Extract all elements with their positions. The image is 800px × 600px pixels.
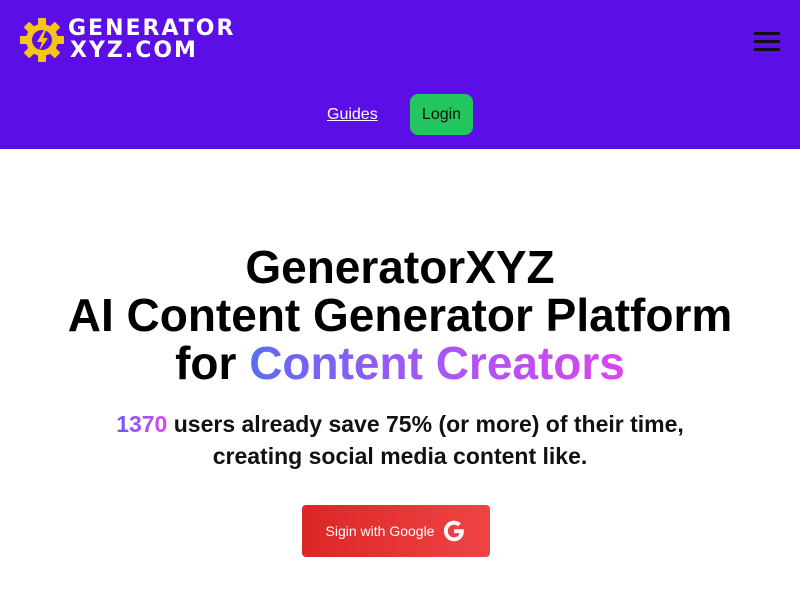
top-header: GENERATOR XYZ.COM Guides Login — [0, 0, 800, 149]
sign-in-with-google-button[interactable]: Sigin with Google — [302, 505, 490, 557]
hero-title-line-1: GeneratorXYZ — [245, 241, 555, 293]
nav-guides-link[interactable]: Guides — [327, 106, 378, 124]
hero-title-line-3: for Content Creators — [0, 339, 800, 387]
logo-line-2: XYZ.COM — [70, 38, 198, 63]
hero-title-highlight: Content Creators — [249, 337, 625, 389]
subtitle-line-2: creating social media content like. — [212, 443, 588, 469]
hamburger-menu-icon[interactable] — [754, 30, 780, 52]
hero-subtitle: 1370 users already save 75% (or more) of… — [0, 408, 800, 472]
logo-wordmark: GENERATOR XYZ.COM — [68, 18, 235, 62]
user-count: 1370 — [116, 411, 168, 437]
subtitle-text: users already save 75% (or more) of thei… — [167, 411, 684, 437]
hero-title-line-2: AI Content Generator Platform — [67, 289, 733, 341]
login-button[interactable]: Login — [410, 94, 473, 135]
gear-bolt-icon — [20, 18, 64, 62]
main-nav: Guides Login — [0, 94, 800, 136]
hero-title: GeneratorXYZ AI Content Generator Platfo… — [0, 243, 800, 387]
sign-in-label: Sigin with Google — [325, 523, 435, 539]
google-g-icon — [444, 520, 465, 542]
logo-line-1: GENERATOR — [68, 16, 236, 41]
subtitle-line-1: 1370 users already save 75% (or more) of… — [0, 408, 800, 440]
hero-title-prefix: for — [175, 337, 250, 389]
site-logo[interactable]: GENERATOR XYZ.COM — [20, 16, 235, 64]
